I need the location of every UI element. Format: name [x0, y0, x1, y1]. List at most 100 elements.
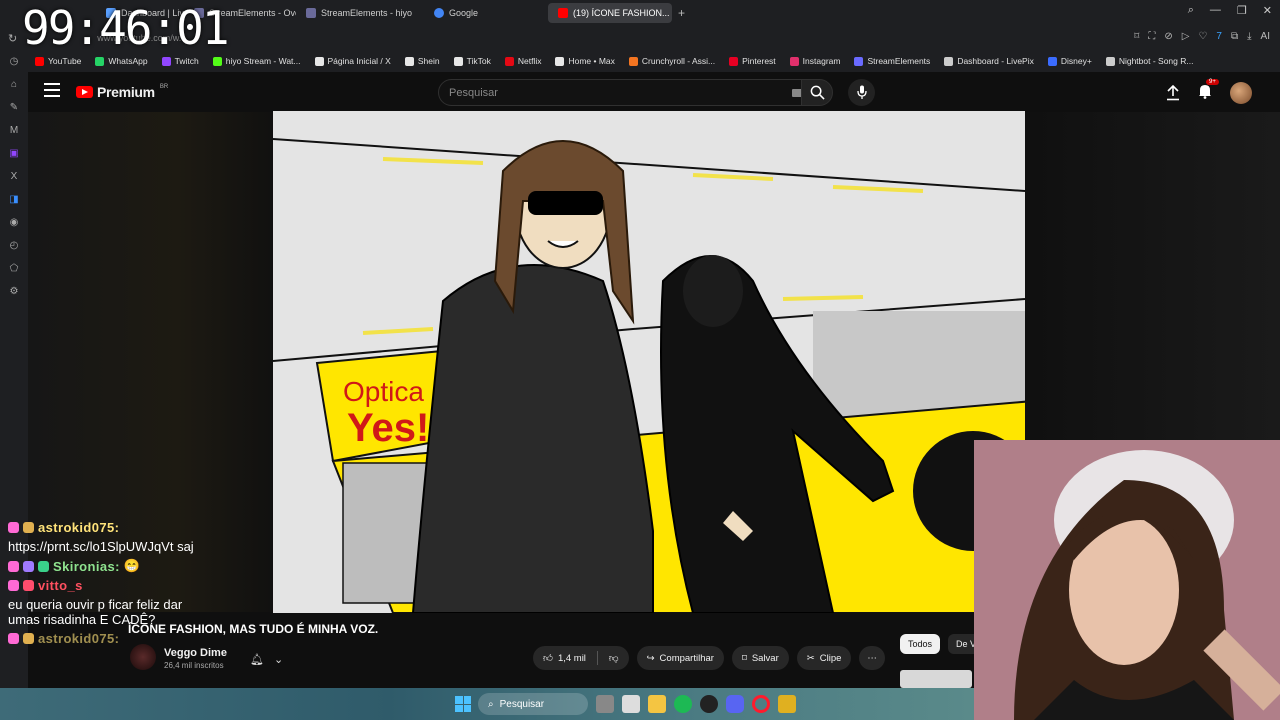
- youtube-play-icon: [76, 86, 93, 98]
- bookmark-item[interactable]: StreamElements: [847, 56, 937, 66]
- bookmark-item[interactable]: Pinterest: [722, 56, 783, 66]
- bell-icon: [1199, 84, 1211, 99]
- extension-7tv-icon[interactable]: 7: [1216, 31, 1222, 42]
- windows-start-icon[interactable]: [455, 696, 471, 712]
- channel-avatar[interactable]: [130, 644, 156, 670]
- upload-icon[interactable]: [1166, 85, 1180, 101]
- tab-streamelements-hiyo[interactable]: StreamElements - hiyo: [296, 3, 424, 23]
- like-button[interactable]: 👍︎ 1,4 mil 👎︎: [533, 646, 629, 670]
- extension-sidebar-icon[interactable]: ⬠: [10, 263, 19, 274]
- bookmark-item[interactable]: Twitch: [155, 56, 206, 66]
- chat-message: vitto_s: [8, 578, 278, 593]
- bookmark-item[interactable]: Crunchyroll - Assi...: [622, 56, 722, 66]
- taskbar-search-input[interactable]: ⌕ Pesquisar: [478, 693, 588, 715]
- bookmark-label: StreamElements: [867, 56, 931, 66]
- thumbs-down-icon[interactable]: 👎︎: [609, 652, 619, 664]
- search-button[interactable]: [801, 79, 833, 106]
- bookmark-item[interactable]: Dashboard - LivePix: [937, 56, 1041, 66]
- screenshot-icon[interactable]: ⛶: [1148, 31, 1155, 42]
- workspace-icon[interactable]: ⌂: [11, 79, 17, 90]
- clip-label: Clipe: [819, 652, 842, 664]
- bookmark-item[interactable]: WhatsApp: [88, 56, 154, 66]
- heart-badge-icon: [8, 633, 19, 644]
- bookmark-label: Twitch: [174, 56, 199, 66]
- taskbar-search-placeholder: Pesquisar: [499, 698, 545, 710]
- tab-youtube-video[interactable]: (19) ÍCONE FASHION...: [548, 3, 672, 23]
- voice-search-button[interactable]: [848, 79, 875, 106]
- filter-chip-all[interactable]: Todos: [900, 634, 941, 654]
- bookmark-favicon-icon: [314, 56, 324, 66]
- search-input[interactable]: Pesquisar: [438, 79, 813, 106]
- bookmark-item[interactable]: YouTube: [28, 56, 88, 66]
- account-avatar[interactable]: [1230, 82, 1252, 104]
- video-title: ÍCONE FASHION, MAS TUDO É MINHA VOZ.: [128, 622, 379, 636]
- share-button[interactable]: ↪ Compartilhar: [636, 646, 724, 670]
- subscription-bell-button[interactable]: 🔔︎ ⌄: [250, 648, 298, 670]
- channel-name[interactable]: Veggo Dime: [164, 647, 227, 659]
- more-actions-button[interactable]: ⋯: [859, 646, 885, 670]
- search-placeholder: Pesquisar: [449, 86, 498, 99]
- task-view-icon[interactable]: [622, 695, 640, 713]
- app-icon[interactable]: [778, 695, 796, 713]
- bookmark-item[interactable]: Home • Max: [548, 56, 621, 66]
- discord-icon[interactable]: [726, 695, 744, 713]
- bookmark-item[interactable]: Instagram: [783, 56, 848, 66]
- bookmark-item[interactable]: Netflix: [498, 56, 549, 66]
- maximize-icon[interactable]: ❐: [1237, 4, 1247, 17]
- bookmark-item[interactable]: Disney+: [1041, 56, 1099, 66]
- new-tab-plus-icon[interactable]: +: [672, 6, 691, 20]
- related-video-thumbnail[interactable]: [900, 670, 972, 688]
- x-sidebar-icon[interactable]: X: [11, 171, 18, 182]
- clip-button[interactable]: ✂ Clipe: [796, 646, 852, 670]
- youtube-premium-logo[interactable]: Premium BR: [76, 84, 168, 100]
- close-icon[interactable]: ✕: [1263, 4, 1272, 17]
- bookmark-label: Home • Max: [568, 56, 615, 66]
- bookmark-item[interactable]: Página Inicial / X: [308, 56, 398, 66]
- clock-sidebar-icon[interactable]: ◴: [10, 240, 19, 251]
- bookmark-favicon-icon: [628, 56, 638, 66]
- bell-icon: 🔔︎: [250, 653, 264, 666]
- video-player[interactable]: Optica Yes!: [273, 111, 1025, 613]
- bookmark-item[interactable]: hiyo Stream - Wat...: [206, 56, 308, 66]
- chat-message: Skironias: 😁: [8, 558, 278, 574]
- minimize-icon[interactable]: —: [1210, 4, 1221, 17]
- widgets-icon[interactable]: [596, 695, 614, 713]
- reload-icon[interactable]: ↻: [8, 32, 17, 45]
- heart-badge-icon: [23, 580, 34, 591]
- bookmark-item[interactable]: TikTok: [447, 56, 498, 66]
- settings-icon[interactable]: ⚙: [10, 286, 19, 297]
- file-explorer-icon[interactable]: [648, 695, 666, 713]
- player-sidebar-icon[interactable]: ◉: [10, 217, 19, 228]
- history-icon[interactable]: ◷: [10, 56, 19, 67]
- youtube-favicon-icon: [558, 8, 568, 18]
- obs-icon[interactable]: [700, 695, 718, 713]
- twitch-sidebar-icon[interactable]: ▣: [9, 148, 18, 159]
- sign-text-line2: Yes!: [347, 406, 429, 450]
- youtube-header: Premium BR Pesquisar 9+: [28, 72, 1280, 112]
- hamburger-menu-icon[interactable]: [44, 83, 60, 97]
- bookmark-favicon-icon: [1047, 56, 1057, 66]
- mail-icon[interactable]: M: [10, 125, 18, 136]
- aria-icon[interactable]: AI: [1261, 31, 1270, 42]
- download-icon[interactable]: ⤓: [1247, 31, 1251, 42]
- bookmark-item[interactable]: Nightbot - Song R...: [1099, 56, 1201, 66]
- pencil-icon[interactable]: ✎: [10, 102, 18, 113]
- notifications-button[interactable]: 9+: [1198, 78, 1219, 104]
- opera-icon[interactable]: [752, 695, 770, 713]
- block-icon[interactable]: ⊘: [1164, 31, 1172, 42]
- bookmark-favicon-icon: [555, 56, 565, 66]
- translate-sidebar-icon[interactable]: ◨: [9, 194, 18, 205]
- bookmark-item[interactable]: Shein: [398, 56, 447, 66]
- bookmark-favicon-icon: [504, 56, 514, 66]
- tab-google[interactable]: Google: [424, 3, 548, 23]
- extensions-icon[interactable]: ⧉: [1231, 31, 1238, 42]
- bookmark-label: Nightbot - Song R...: [1118, 56, 1194, 66]
- search-tabs-icon[interactable]: ⌕: [1188, 4, 1194, 17]
- heart-icon[interactable]: ♡: [1198, 31, 1207, 42]
- chat-username: astrokid075:: [38, 631, 120, 646]
- spotify-icon[interactable]: [674, 695, 692, 713]
- play-icon[interactable]: ▷: [1182, 31, 1190, 42]
- save-button[interactable]: ⌑ Salvar: [731, 646, 789, 670]
- bookmark-icon[interactable]: ⌑: [1134, 31, 1139, 42]
- bookmark-label: Página Inicial / X: [327, 56, 391, 66]
